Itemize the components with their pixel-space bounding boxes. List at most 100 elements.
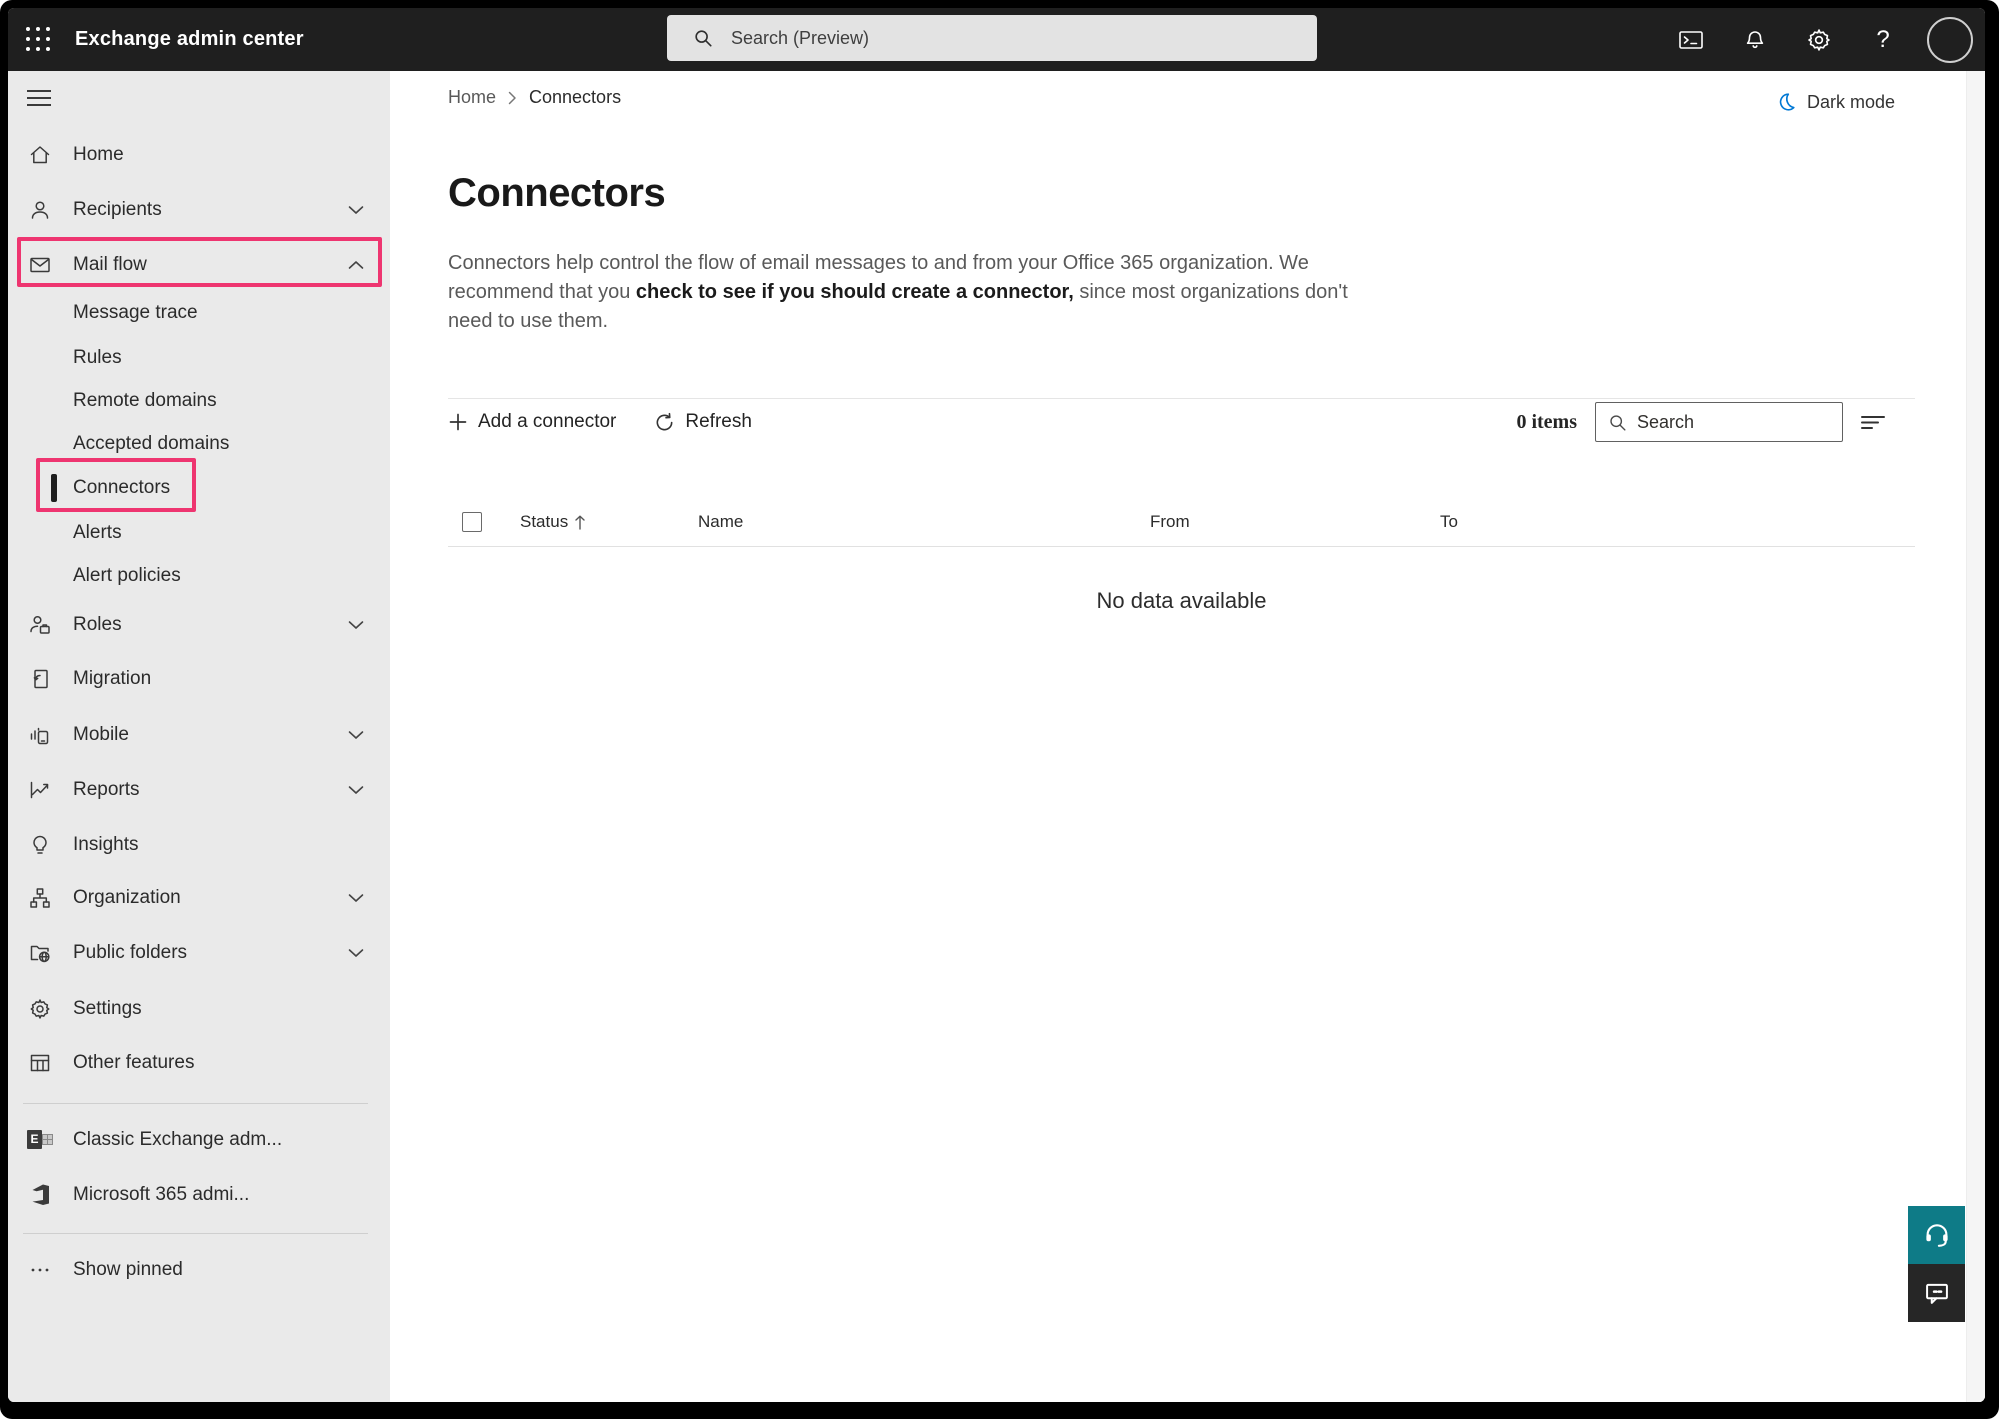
sidebar-item-mail-flow[interactable]: Mail flow bbox=[8, 237, 390, 292]
sidebar-item-roles[interactable]: Roles bbox=[8, 597, 390, 652]
scrollbar-track[interactable] bbox=[1966, 71, 1985, 1402]
sidebar-item-label: Mail flow bbox=[73, 254, 147, 276]
description-link[interactable]: check to see if you should create a conn… bbox=[636, 281, 1074, 303]
person-briefcase-icon bbox=[27, 612, 53, 638]
sidebar-item-label: Message trace bbox=[73, 302, 198, 324]
sidebar-item-settings[interactable]: Settings bbox=[8, 981, 390, 1036]
sidebar-item-label: Insights bbox=[73, 834, 138, 856]
sidebar-item-label: Home bbox=[73, 144, 124, 166]
ellipsis-icon bbox=[27, 1257, 53, 1283]
feedback-button[interactable] bbox=[1908, 1264, 1965, 1322]
sidebar-item-alerts[interactable]: Alerts bbox=[8, 511, 390, 555]
global-search-placeholder: Search (Preview) bbox=[731, 28, 869, 49]
global-search-input[interactable]: Search (Preview) bbox=[667, 15, 1317, 61]
sidebar-item-classic-exchange-admin[interactable]: E Classic Exchange adm... bbox=[8, 1112, 390, 1167]
refresh-button[interactable]: Refresh bbox=[654, 411, 752, 433]
microsoft-365-logo-icon bbox=[27, 1182, 53, 1208]
page-description: Connectors help control the flow of emai… bbox=[448, 249, 1353, 336]
chevron-down-icon bbox=[348, 730, 364, 739]
sidebar-item-microsoft-365-admin[interactable]: Microsoft 365 admi... bbox=[8, 1167, 390, 1222]
sidebar-item-home[interactable]: Home bbox=[8, 127, 390, 182]
breadcrumb: Home Connectors bbox=[448, 87, 621, 108]
cloud-shell-terminal-icon[interactable] bbox=[1671, 20, 1711, 60]
sidebar-item-message-trace[interactable]: Message trace bbox=[8, 291, 390, 335]
sidebar-item-other-features[interactable]: Other features bbox=[8, 1035, 390, 1090]
dark-mode-label: Dark mode bbox=[1807, 92, 1895, 113]
column-header-from[interactable]: From bbox=[1150, 512, 1190, 532]
nav-collapse-hamburger-icon[interactable] bbox=[27, 87, 51, 109]
table-grid-icon bbox=[27, 1050, 53, 1076]
sidebar-item-show-pinned[interactable]: Show pinned bbox=[8, 1242, 390, 1297]
column-label: Status bbox=[520, 512, 568, 532]
sidebar-item-label: Migration bbox=[73, 668, 151, 690]
chevron-down-icon bbox=[348, 785, 364, 794]
chevron-up-icon bbox=[348, 260, 364, 269]
sidebar-item-label: Alert policies bbox=[73, 565, 181, 587]
table-header-row: Status Name From To bbox=[448, 500, 1915, 547]
app-launcher-icon[interactable] bbox=[24, 25, 54, 55]
sort-ascending-arrow-icon bbox=[574, 514, 586, 531]
account-avatar[interactable] bbox=[1927, 17, 1973, 63]
headset-icon bbox=[1922, 1220, 1952, 1250]
sidebar-item-label: Classic Exchange adm... bbox=[73, 1129, 282, 1151]
chevron-down-icon bbox=[348, 893, 364, 902]
sidebar-item-label: Reports bbox=[73, 779, 140, 801]
sidebar-item-remote-domains[interactable]: Remote domains bbox=[8, 379, 390, 423]
select-all-checkbox[interactable] bbox=[462, 512, 482, 532]
line-chart-icon bbox=[27, 777, 53, 803]
sidebar-item-label: Mobile bbox=[73, 724, 129, 746]
notifications-bell-icon[interactable] bbox=[1735, 20, 1775, 60]
help-support-button[interactable] bbox=[1908, 1206, 1965, 1264]
chevron-down-icon bbox=[348, 620, 364, 629]
sidebar-item-accepted-domains[interactable]: Accepted domains bbox=[8, 422, 390, 466]
items-count-badge: 0 items bbox=[1516, 411, 1577, 434]
exchange-admin-window: Exchange admin center Search (Preview) ? bbox=[8, 8, 1985, 1402]
classic-exchange-logo-icon: E bbox=[27, 1127, 53, 1153]
column-header-name[interactable]: Name bbox=[698, 512, 743, 532]
list-search-input[interactable]: Search bbox=[1595, 402, 1843, 442]
gear-icon bbox=[27, 996, 53, 1022]
sidebar-item-label: Settings bbox=[73, 998, 142, 1020]
breadcrumb-chevron-icon bbox=[508, 91, 517, 105]
sidebar-divider bbox=[23, 1233, 368, 1234]
sidebar-item-label: Remote domains bbox=[73, 390, 217, 412]
sidebar-item-label: Rules bbox=[73, 347, 122, 369]
settings-gear-icon[interactable] bbox=[1799, 20, 1839, 60]
sidebar-item-insights[interactable]: Insights bbox=[8, 817, 390, 872]
top-app-bar: Exchange admin center Search (Preview) ? bbox=[8, 8, 1985, 71]
envelope-icon bbox=[27, 252, 53, 278]
selected-item-indicator bbox=[51, 474, 57, 502]
sidebar-item-recipients[interactable]: Recipients bbox=[8, 182, 390, 237]
sidebar-item-label: Other features bbox=[73, 1052, 194, 1074]
add-connector-button[interactable]: Add a connector bbox=[448, 411, 616, 433]
lightbulb-icon bbox=[27, 832, 53, 858]
refresh-label: Refresh bbox=[685, 411, 752, 433]
sidebar-item-label: Alerts bbox=[73, 522, 122, 544]
folder-globe-icon bbox=[27, 940, 53, 966]
search-icon bbox=[1608, 413, 1627, 432]
main-content: Home Connectors Dark mode Connectors Con… bbox=[390, 71, 1985, 1402]
document-arrow-icon bbox=[27, 666, 53, 692]
column-header-to[interactable]: To bbox=[1440, 512, 1458, 532]
add-connector-label: Add a connector bbox=[478, 411, 616, 433]
sidebar-item-organization[interactable]: Organization bbox=[8, 870, 390, 925]
left-navigation: Home Recipients Mail flow Message trace … bbox=[8, 71, 390, 1402]
help-question-icon[interactable]: ? bbox=[1863, 20, 1903, 60]
sidebar-item-alert-policies[interactable]: Alert policies bbox=[8, 554, 390, 598]
sidebar-item-rules[interactable]: Rules bbox=[8, 336, 390, 380]
sidebar-item-mobile[interactable]: Mobile bbox=[8, 707, 390, 762]
column-header-status[interactable]: Status bbox=[520, 512, 586, 532]
filter-rows-icon[interactable] bbox=[1859, 408, 1887, 436]
sidebar-item-public-folders[interactable]: Public folders bbox=[8, 925, 390, 980]
org-chart-icon bbox=[27, 885, 53, 911]
sidebar-item-connectors[interactable]: Connectors bbox=[8, 466, 390, 510]
breadcrumb-home-link[interactable]: Home bbox=[448, 87, 496, 108]
plus-icon bbox=[448, 412, 468, 432]
person-icon bbox=[27, 197, 53, 223]
topbar-actions: ? bbox=[1671, 8, 1973, 71]
dark-mode-toggle[interactable]: Dark mode bbox=[1775, 91, 1895, 113]
sidebar-item-migration[interactable]: Migration bbox=[8, 651, 390, 706]
column-label: To bbox=[1440, 512, 1458, 532]
sidebar-item-reports[interactable]: Reports bbox=[8, 762, 390, 817]
search-icon bbox=[693, 28, 713, 48]
